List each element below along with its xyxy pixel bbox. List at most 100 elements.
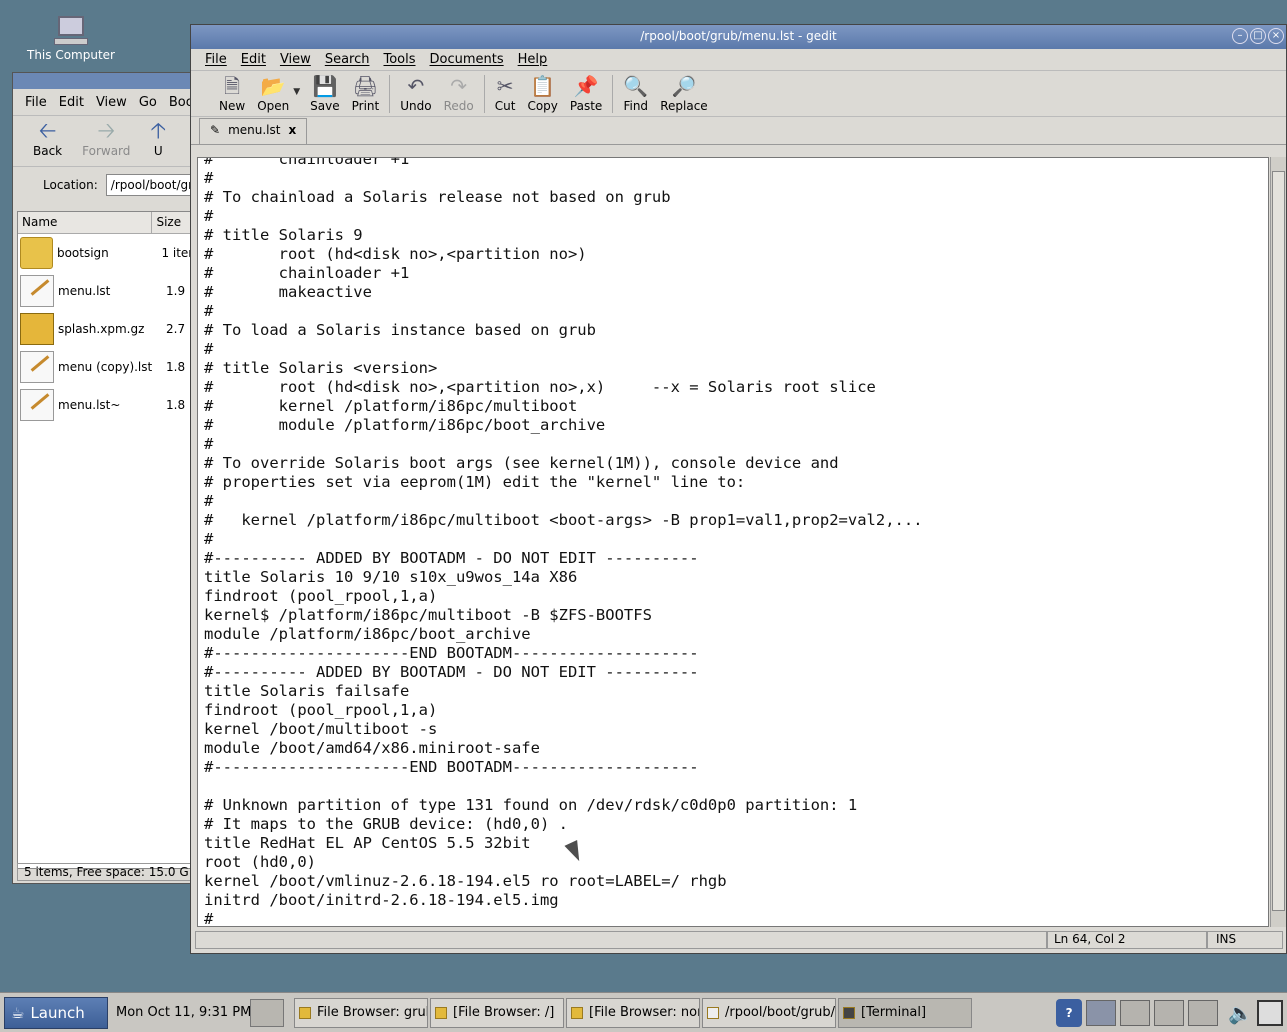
text-file-icon: [20, 351, 54, 383]
paste-button[interactable]: 📌 Paste: [564, 71, 608, 113]
workspace-4[interactable]: [1188, 999, 1219, 1026]
copy-button[interactable]: 📋 Copy: [521, 71, 563, 113]
maximize-icon[interactable]: □: [1250, 28, 1266, 44]
fb-menu-view[interactable]: View: [96, 95, 127, 110]
fb-menu-file[interactable]: File: [25, 95, 47, 110]
toolbar-separator: [389, 75, 391, 113]
up-arrow-icon: 🡡: [150, 119, 167, 144]
replace-icon: 🔎: [671, 74, 697, 98]
file-row[interactable]: menu (copy).lst 1.8 K: [18, 348, 200, 386]
location-label: Location:: [43, 178, 98, 192]
folder-icon: [435, 1006, 447, 1019]
location-input[interactable]: /rpool/boot/gru: [105, 174, 201, 196]
gedit-window: /rpool/boot/grub/menu.lst - gedit – □ × …: [190, 24, 1287, 954]
fb-menu-edit[interactable]: Edit: [59, 95, 84, 110]
task-gedit[interactable]: /rpool/boot/grub/me: [702, 997, 836, 1028]
forward-arrow-icon: 🡢: [97, 119, 116, 144]
find-icon: 🔍: [623, 74, 649, 98]
clock[interactable]: Mon Oct 11, 9:31 PM: [116, 1005, 251, 1020]
folder-icon: [571, 1006, 583, 1019]
status-message: [195, 931, 1047, 949]
computer-icon: [54, 16, 88, 46]
network-icon[interactable]: [1257, 999, 1283, 1026]
print-button[interactable]: 🖨 Print: [346, 71, 386, 113]
workspace-2[interactable]: [1120, 999, 1151, 1026]
this-computer-desktop-icon[interactable]: This Computer: [26, 16, 116, 62]
toolbar-separator: [612, 75, 614, 113]
open-button[interactable]: 📂 Open: [251, 71, 295, 113]
file-row[interactable]: menu.lst 1.9 K: [18, 272, 200, 310]
tab-document-icon: ✎: [210, 123, 221, 137]
text-editor-icon: [707, 1006, 719, 1019]
menu-documents[interactable]: Documents: [430, 52, 504, 67]
java-cup-icon: ☕: [11, 1003, 25, 1022]
task-file-browser-root[interactable]: [File Browser: /]: [430, 997, 564, 1028]
tab-menu-lst[interactable]: ✎ menu.lst x: [199, 118, 308, 144]
launch-button[interactable]: ☕ Launch: [4, 996, 108, 1029]
volume-icon[interactable]: 🔈: [1228, 1001, 1253, 1025]
menu-file[interactable]: File: [205, 52, 227, 67]
folder-icon: [20, 237, 53, 269]
redo-button[interactable]: ↷ Redo: [438, 71, 480, 113]
document-content: # chainloader +1 # # To chainload a Sola…: [204, 157, 923, 927]
show-desktop-button[interactable]: [250, 998, 284, 1027]
save-button[interactable]: 💾 Save: [304, 71, 345, 113]
tab-close-icon[interactable]: x: [288, 123, 296, 144]
copy-icon: 📋: [530, 74, 556, 98]
save-icon: 💾: [312, 74, 338, 98]
archive-icon: [20, 313, 54, 345]
folder-icon: [299, 1006, 311, 1019]
text-file-icon: [20, 389, 54, 421]
file-list: Name Size bootsign 1 item menu.lst 1.9 K…: [17, 211, 201, 869]
workspace-3[interactable]: [1154, 999, 1185, 1026]
menu-tools[interactable]: Tools: [383, 52, 415, 67]
window-title: /rpool/boot/grub/menu.lst - gedit: [640, 29, 837, 43]
close-icon[interactable]: ×: [1268, 28, 1284, 44]
menu-search[interactable]: Search: [325, 52, 370, 67]
desktop-icon-label: This Computer: [27, 48, 115, 62]
system-tray: ? 🔈: [1056, 998, 1287, 1027]
text-editor-area[interactable]: # chainloader +1 # # To chainload a Sola…: [197, 157, 1269, 927]
fb-menu-go[interactable]: Go: [139, 95, 157, 110]
back-arrow-icon: 🡠: [38, 119, 57, 144]
gedit-menubar: File Edit View Search Tools Documents He…: [191, 49, 1286, 71]
up-button[interactable]: 🡡 U: [150, 116, 167, 159]
file-row[interactable]: bootsign 1 item: [18, 234, 200, 272]
new-button[interactable]: 🗎 New: [213, 71, 251, 113]
taskbar: ☕ Launch Mon Oct 11, 9:31 PM File Browse…: [0, 992, 1287, 1032]
insert-mode: INS: [1207, 931, 1283, 949]
undo-button[interactable]: ↶ Undo: [394, 71, 437, 113]
security-shield-icon[interactable]: ?: [1056, 998, 1083, 1027]
vertical-scrollbar[interactable]: [1270, 157, 1286, 927]
workspace-1[interactable]: [1086, 999, 1117, 1026]
document-tabs: ✎ menu.lst x: [191, 117, 1286, 145]
file-browser-window: File Edit View Go Boo 🡠 Back 🡢 Forward 🡡…: [12, 72, 202, 884]
file-list-header: Name Size: [18, 212, 200, 234]
replace-button[interactable]: 🔎 Replace: [654, 71, 713, 113]
back-button[interactable]: 🡠 Back: [33, 116, 62, 159]
menu-view[interactable]: View: [280, 52, 311, 67]
text-file-icon: [20, 275, 54, 307]
scissors-icon: ✂: [496, 74, 514, 98]
menu-edit[interactable]: Edit: [241, 52, 266, 67]
file-browser-toolbar: 🡠 Back 🡢 Forward 🡡 U: [13, 115, 201, 167]
find-button[interactable]: 🔍 Find: [617, 71, 654, 113]
cut-button[interactable]: ✂ Cut: [489, 71, 522, 113]
menu-help[interactable]: Help: [518, 52, 548, 67]
forward-button[interactable]: 🡢 Forward: [82, 116, 130, 159]
task-file-browser-nona[interactable]: [File Browser: nona: [566, 997, 700, 1028]
minimize-icon[interactable]: –: [1232, 28, 1248, 44]
open-recent-dropdown-icon[interactable]: ▼: [293, 87, 300, 97]
cursor-position: Ln 64, Col 2: [1047, 931, 1207, 949]
task-terminal[interactable]: [Terminal]: [838, 997, 972, 1028]
scrollbar-thumb[interactable]: [1272, 171, 1285, 911]
terminal-icon: [843, 1006, 855, 1019]
file-row[interactable]: splash.xpm.gz 2.7 K: [18, 310, 200, 348]
location-bar: Location: /rpool/boot/gru: [13, 167, 201, 203]
task-file-browser-grub[interactable]: File Browser: grub: [294, 997, 428, 1028]
column-name-header[interactable]: Name: [18, 212, 153, 233]
file-row[interactable]: menu.lst~ 1.8 K: [18, 386, 200, 424]
gedit-titlebar[interactable]: /rpool/boot/grub/menu.lst - gedit – □ ×: [191, 25, 1286, 49]
file-browser-titlebar[interactable]: [13, 73, 201, 89]
open-folder-icon: 📂: [260, 74, 286, 98]
